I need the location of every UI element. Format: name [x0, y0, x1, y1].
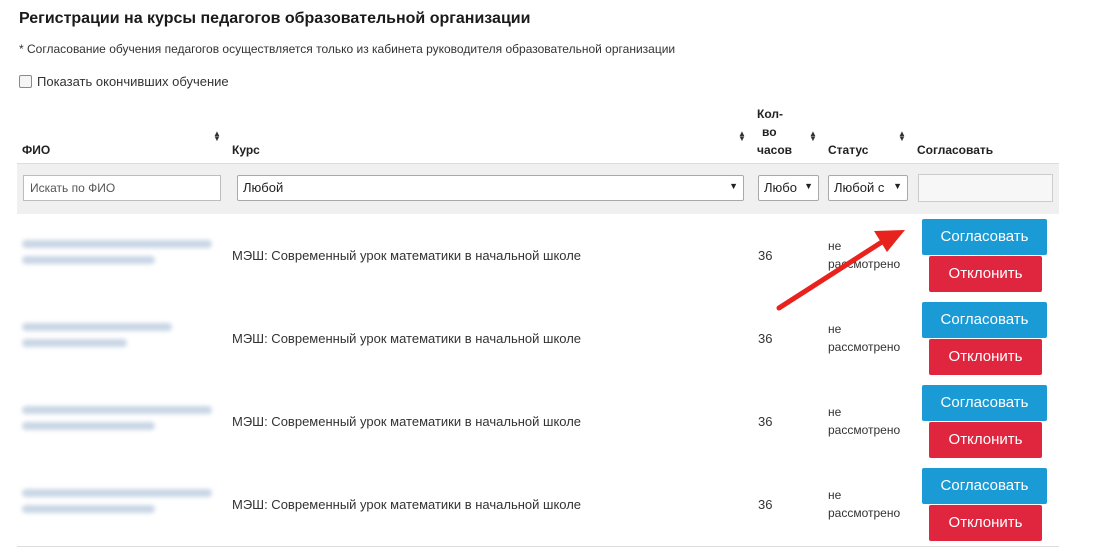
sort-icon[interactable]: ▲ ▼	[898, 130, 906, 143]
show-finished-toggle[interactable]: Показать окончивших обучение	[19, 74, 229, 89]
fio-blurred	[22, 240, 212, 272]
reject-button[interactable]: Отклонить	[929, 256, 1042, 292]
approve-button[interactable]: Согласовать	[922, 302, 1047, 338]
fio-blurred	[22, 406, 212, 438]
column-header-status[interactable]: Статус	[828, 143, 868, 157]
status-filter-select[interactable]: Любой с ▼	[828, 175, 908, 201]
column-header-hours-line2[interactable]: во	[762, 125, 777, 139]
sort-icon[interactable]: ▲ ▼	[809, 130, 817, 143]
hours-value: 36	[758, 331, 773, 346]
status-line-1: не	[828, 405, 842, 419]
approve-button[interactable]: Согласовать	[922, 219, 1047, 255]
sort-icon[interactable]: ▲ ▼	[738, 130, 746, 143]
filter-row: Искать по ФИО Любой ▼ Любо ▼ Любой с ▼	[17, 163, 1059, 215]
table-row: МЭШ: Современный урок математики в начал…	[17, 380, 1059, 464]
status-text: не рассмотрено	[828, 486, 900, 522]
status-line-2: рассмотрено	[828, 506, 901, 520]
hours-value: 36	[758, 414, 773, 429]
reject-button[interactable]: Отклонить	[929, 339, 1042, 375]
fio-blurred	[22, 489, 212, 521]
hours-filter-value: Любо	[764, 180, 797, 195]
column-header-course[interactable]: Курс	[232, 143, 260, 157]
column-header-hours-line3[interactable]: часов	[757, 143, 792, 157]
chevron-down-icon: ▼	[729, 181, 738, 191]
status-line-2: рассмотрено	[828, 423, 901, 437]
status-text: не рассмотрено	[828, 320, 900, 356]
annotation-arrow-icon	[776, 230, 905, 311]
fio-search-input[interactable]: Искать по ФИО	[23, 175, 221, 201]
column-header-approve: Согласовать	[917, 143, 994, 157]
approve-filter-input[interactable]	[918, 174, 1053, 202]
course-name: МЭШ: Современный урок математики в начал…	[232, 248, 582, 263]
course-name: МЭШ: Современный урок математики в начал…	[232, 497, 582, 512]
approve-button[interactable]: Согласовать	[922, 385, 1047, 421]
chevron-down-icon: ▼	[893, 181, 902, 191]
table-row: МЭШ: Современный урок математики в начал…	[17, 463, 1059, 547]
status-filter-value: Любой с	[834, 180, 885, 195]
course-filter-select[interactable]: Любой ▼	[237, 175, 744, 201]
status-line-2: рассмотрено	[828, 340, 901, 354]
course-name: МЭШ: Современный урок математики в начал…	[232, 414, 582, 429]
column-header-hours-line1[interactable]: Кол-	[757, 107, 783, 121]
hours-filter-select[interactable]: Любо ▼	[758, 175, 819, 201]
chevron-down-icon: ▼	[804, 181, 813, 191]
reject-button[interactable]: Отклонить	[929, 422, 1042, 458]
page-note: * Согласование обучения педагогов осущес…	[19, 42, 676, 56]
reject-button[interactable]: Отклонить	[929, 505, 1042, 541]
checkbox-icon[interactable]	[19, 75, 32, 88]
course-filter-value: Любой	[243, 180, 284, 195]
column-header-fio[interactable]: ФИО	[22, 143, 50, 157]
sort-icon[interactable]: ▲ ▼	[213, 130, 221, 143]
show-finished-label: Показать окончивших обучение	[37, 74, 229, 89]
hours-value: 36	[758, 497, 773, 512]
status-line-1: не	[828, 322, 842, 336]
page-title: Регистрации на курсы педагогов образоват…	[19, 10, 531, 27]
course-name: МЭШ: Современный урок математики в начал…	[232, 331, 582, 346]
fio-blurred	[22, 323, 172, 355]
status-text: не рассмотрено	[828, 403, 900, 439]
status-line-1: не	[828, 488, 842, 502]
approve-button[interactable]: Согласовать	[922, 468, 1047, 504]
